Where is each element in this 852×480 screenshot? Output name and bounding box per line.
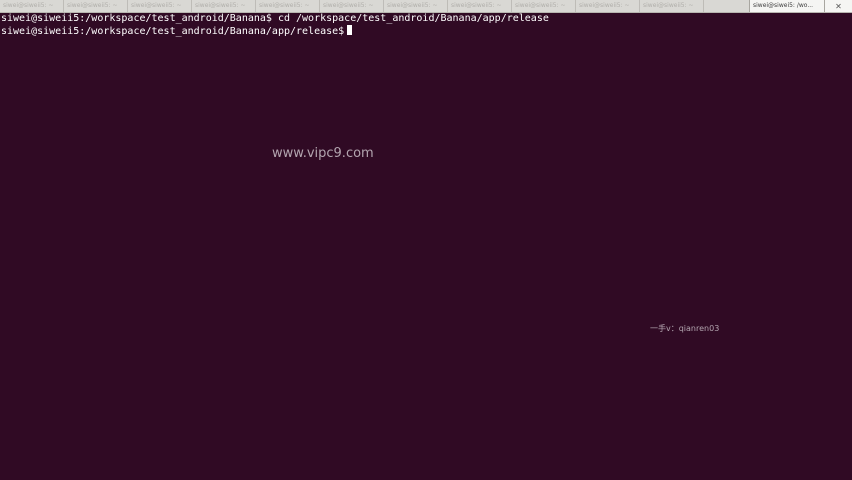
active-terminal-tab[interactable]: siwei@siwei5: /wo...: [749, 0, 825, 12]
terminal-tab[interactable]: siwei@siweii5: ~: [512, 0, 576, 12]
contact-watermark: 一手v：qianren03: [650, 324, 720, 333]
terminal-line-prompt: siwei@siweii5:/workspace/test_android/Ba…: [0, 25, 852, 38]
terminal-tab[interactable]: siwei@siweii5: ~: [384, 0, 448, 12]
close-tab-icon[interactable]: ✕: [825, 0, 852, 12]
terminal-tab[interactable]: siwei@siweii5: ~: [576, 0, 640, 12]
prompt-text: siwei@siweii5:/workspace/test_android/Ba…: [1, 26, 345, 37]
terminal-tab[interactable]: siwei@siweii5: ~: [192, 0, 256, 12]
terminal-tab[interactable]: siwei@siweii5: ~: [320, 0, 384, 12]
site-watermark: www.vipc9.com: [272, 146, 374, 161]
terminal-line-command: siwei@siweii5:/workspace/test_android/Ba…: [1, 13, 549, 24]
text-cursor: [347, 25, 353, 35]
terminal-tab[interactable]: siwei@siweii5: ~: [256, 0, 320, 12]
tab-bar: siwei@siweii5: ~ siwei@siweii5: ~ siwei@…: [0, 0, 852, 13]
terminal-tab[interactable]: siwei@siweii5: ~: [640, 0, 704, 12]
terminal-tab[interactable]: siwei@siweii5: ~: [0, 0, 64, 12]
terminal-tab[interactable]: siwei@siweii5: ~: [128, 0, 192, 12]
terminal-tab[interactable]: siwei@siweii5: ~: [448, 0, 512, 12]
terminal-tab[interactable]: siwei@siweii5: ~: [64, 0, 128, 12]
terminal-output[interactable]: siwei@siweii5:/workspace/test_android/Ba…: [0, 13, 852, 480]
